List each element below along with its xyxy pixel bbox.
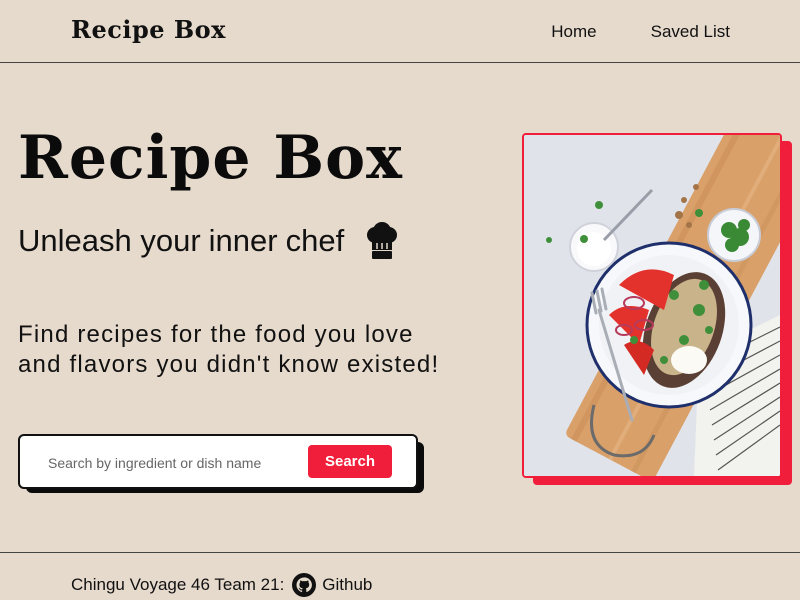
top-navbar: Recipe Box Home Saved List bbox=[0, 0, 800, 63]
lead-line-1: Find recipes for the food you love bbox=[18, 321, 414, 348]
search-button[interactable]: Search bbox=[308, 445, 392, 478]
github-link[interactable]: Github bbox=[322, 575, 372, 595]
site-logo[interactable]: Recipe Box bbox=[71, 15, 226, 44]
nav-saved-list-link[interactable]: Saved List bbox=[651, 22, 730, 42]
search-input[interactable] bbox=[46, 450, 305, 476]
tagline-part2: inner bbox=[208, 223, 278, 258]
food-photo-illustration bbox=[524, 135, 780, 476]
tagline-part3: chef bbox=[285, 223, 345, 258]
search-form: Search bbox=[18, 434, 418, 489]
site-footer: Chingu Voyage 46 Team 21: Github bbox=[0, 552, 800, 600]
main-nav: Home Saved List bbox=[551, 22, 730, 42]
hero-tagline: Unleash your inner chef bbox=[18, 222, 400, 260]
tagline-part1: Unleash your bbox=[18, 223, 201, 258]
footer-credit: Chingu Voyage 46 Team 21: Github bbox=[71, 573, 372, 597]
chef-hat-icon bbox=[367, 222, 398, 259]
nav-home-link[interactable]: Home bbox=[551, 22, 596, 42]
hero-title: Recipe Box bbox=[18, 123, 403, 193]
lead-line-2: and flavors you didn't know existed! bbox=[18, 351, 440, 378]
github-icon[interactable] bbox=[292, 573, 317, 597]
hero-description: Find recipes for the food you love and f… bbox=[18, 320, 498, 380]
footer-credit-text: Chingu Voyage 46 Team 21: bbox=[71, 575, 285, 594]
hero-food-image bbox=[522, 133, 782, 478]
